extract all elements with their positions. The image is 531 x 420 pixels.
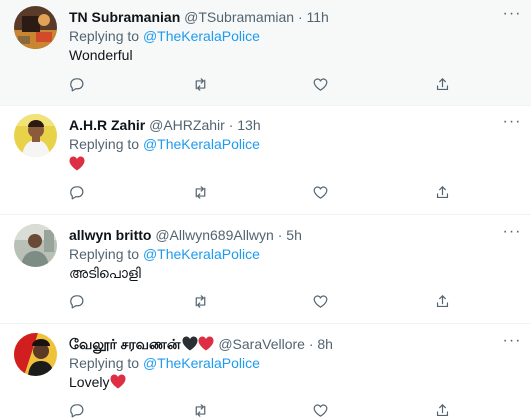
replying-to-label: Replying to bbox=[69, 136, 140, 152]
more-horizontal-icon[interactable]: ··· bbox=[501, 333, 523, 353]
tweet-text bbox=[69, 154, 85, 174]
user-handle[interactable]: @TSubramamian bbox=[184, 9, 294, 25]
separator-dot: · bbox=[308, 336, 314, 352]
share-icon[interactable] bbox=[430, 289, 454, 313]
reply-tweet[interactable]: வேலூர் சரவணன் @SaraVellore · 8h ··· Repl… bbox=[0, 323, 531, 420]
display-name[interactable]: வேலூர் சரவணன் bbox=[69, 336, 180, 352]
replying-to-label: Replying to bbox=[69, 355, 140, 371]
user-handle[interactable]: @SaraVellore bbox=[218, 336, 305, 352]
replying-to-line: Replying to @TheKeralaPolice bbox=[69, 245, 260, 263]
display-name[interactable]: A.H.R Zahir bbox=[69, 117, 145, 133]
reply-tweet[interactable]: TN Subramanian @TSubramamian · 11h ··· R… bbox=[0, 0, 531, 105]
action-bar bbox=[60, 289, 460, 313]
black-heart-emoji-icon bbox=[182, 336, 198, 351]
like-icon[interactable] bbox=[308, 398, 332, 420]
timestamp[interactable]: 5h bbox=[286, 227, 302, 243]
like-icon[interactable] bbox=[308, 72, 332, 96]
retweet-icon[interactable] bbox=[188, 289, 212, 313]
separator-dot: · bbox=[228, 117, 234, 133]
timestamp[interactable]: 8h bbox=[317, 336, 333, 352]
replying-to-link[interactable]: @TheKeralaPolice bbox=[143, 355, 260, 371]
replying-to-line: Replying to @TheKeralaPolice bbox=[69, 27, 260, 45]
display-name[interactable]: allwyn britto bbox=[69, 227, 151, 243]
retweet-icon[interactable] bbox=[188, 398, 212, 420]
red-heart-emoji-icon bbox=[110, 374, 126, 389]
red-heart-emoji-icon bbox=[69, 156, 85, 171]
tweet-header: வேலூர் சரவணன் @SaraVellore · 8h bbox=[69, 335, 333, 353]
replying-to-line: Replying to @TheKeralaPolice bbox=[69, 135, 260, 153]
avatar[interactable] bbox=[14, 333, 57, 376]
action-bar bbox=[60, 398, 460, 420]
replying-to-label: Replying to bbox=[69, 246, 140, 262]
avatar[interactable] bbox=[14, 6, 57, 49]
replying-to-link[interactable]: @TheKeralaPolice bbox=[143, 136, 260, 152]
reply-icon[interactable] bbox=[64, 289, 88, 313]
tweet-header: A.H.R Zahir @AHRZahir · 13h bbox=[69, 116, 261, 134]
replying-to-link[interactable]: @TheKeralaPolice bbox=[143, 28, 260, 44]
separator-dot: · bbox=[277, 227, 283, 243]
avatar[interactable] bbox=[14, 224, 57, 267]
share-icon[interactable] bbox=[430, 180, 454, 204]
reply-thread: TN Subramanian @TSubramamian · 11h ··· R… bbox=[0, 0, 531, 420]
user-handle[interactable]: @Allwyn689Allwyn bbox=[155, 227, 273, 243]
like-icon[interactable] bbox=[308, 180, 332, 204]
like-icon[interactable] bbox=[308, 289, 332, 313]
reply-icon[interactable] bbox=[64, 72, 88, 96]
tweet-header: TN Subramanian @TSubramamian · 11h bbox=[69, 8, 329, 26]
user-handle[interactable]: @AHRZahir bbox=[149, 117, 225, 133]
share-icon[interactable] bbox=[430, 398, 454, 420]
replying-to-line: Replying to @TheKeralaPolice bbox=[69, 354, 260, 372]
replying-to-label: Replying to bbox=[69, 28, 140, 44]
action-bar bbox=[60, 72, 460, 96]
replying-to-link[interactable]: @TheKeralaPolice bbox=[143, 246, 260, 262]
tweet-text-content: അടിപൊളി bbox=[69, 265, 141, 281]
tweet-header: allwyn britto @Allwyn689Allwyn · 5h bbox=[69, 226, 302, 244]
tweet-text: Lovely bbox=[69, 372, 126, 392]
reply-tweet[interactable]: A.H.R Zahir @AHRZahir · 13h ··· Replying… bbox=[0, 105, 531, 214]
timestamp[interactable]: 13h bbox=[237, 117, 260, 133]
more-horizontal-icon[interactable]: ··· bbox=[501, 114, 523, 134]
tweet-text: Wonderful bbox=[69, 45, 133, 65]
tweet-text-content: Lovely bbox=[69, 374, 110, 390]
timestamp[interactable]: 11h bbox=[307, 9, 329, 25]
reply-icon[interactable] bbox=[64, 180, 88, 204]
action-bar bbox=[60, 180, 460, 204]
retweet-icon[interactable] bbox=[188, 180, 212, 204]
reply-icon[interactable] bbox=[64, 398, 88, 420]
separator-dot: · bbox=[297, 9, 303, 25]
red-heart-emoji-icon bbox=[198, 336, 214, 351]
avatar[interactable] bbox=[14, 114, 57, 157]
share-icon[interactable] bbox=[430, 72, 454, 96]
display-name[interactable]: TN Subramanian bbox=[69, 9, 180, 25]
more-horizontal-icon[interactable]: ··· bbox=[501, 6, 523, 26]
retweet-icon[interactable] bbox=[188, 72, 212, 96]
tweet-text: അടിപൊളി bbox=[69, 263, 141, 283]
tweet-text-content: Wonderful bbox=[69, 47, 133, 63]
reply-tweet[interactable]: allwyn britto @Allwyn689Allwyn · 5h ··· … bbox=[0, 214, 531, 323]
more-horizontal-icon[interactable]: ··· bbox=[501, 224, 523, 244]
